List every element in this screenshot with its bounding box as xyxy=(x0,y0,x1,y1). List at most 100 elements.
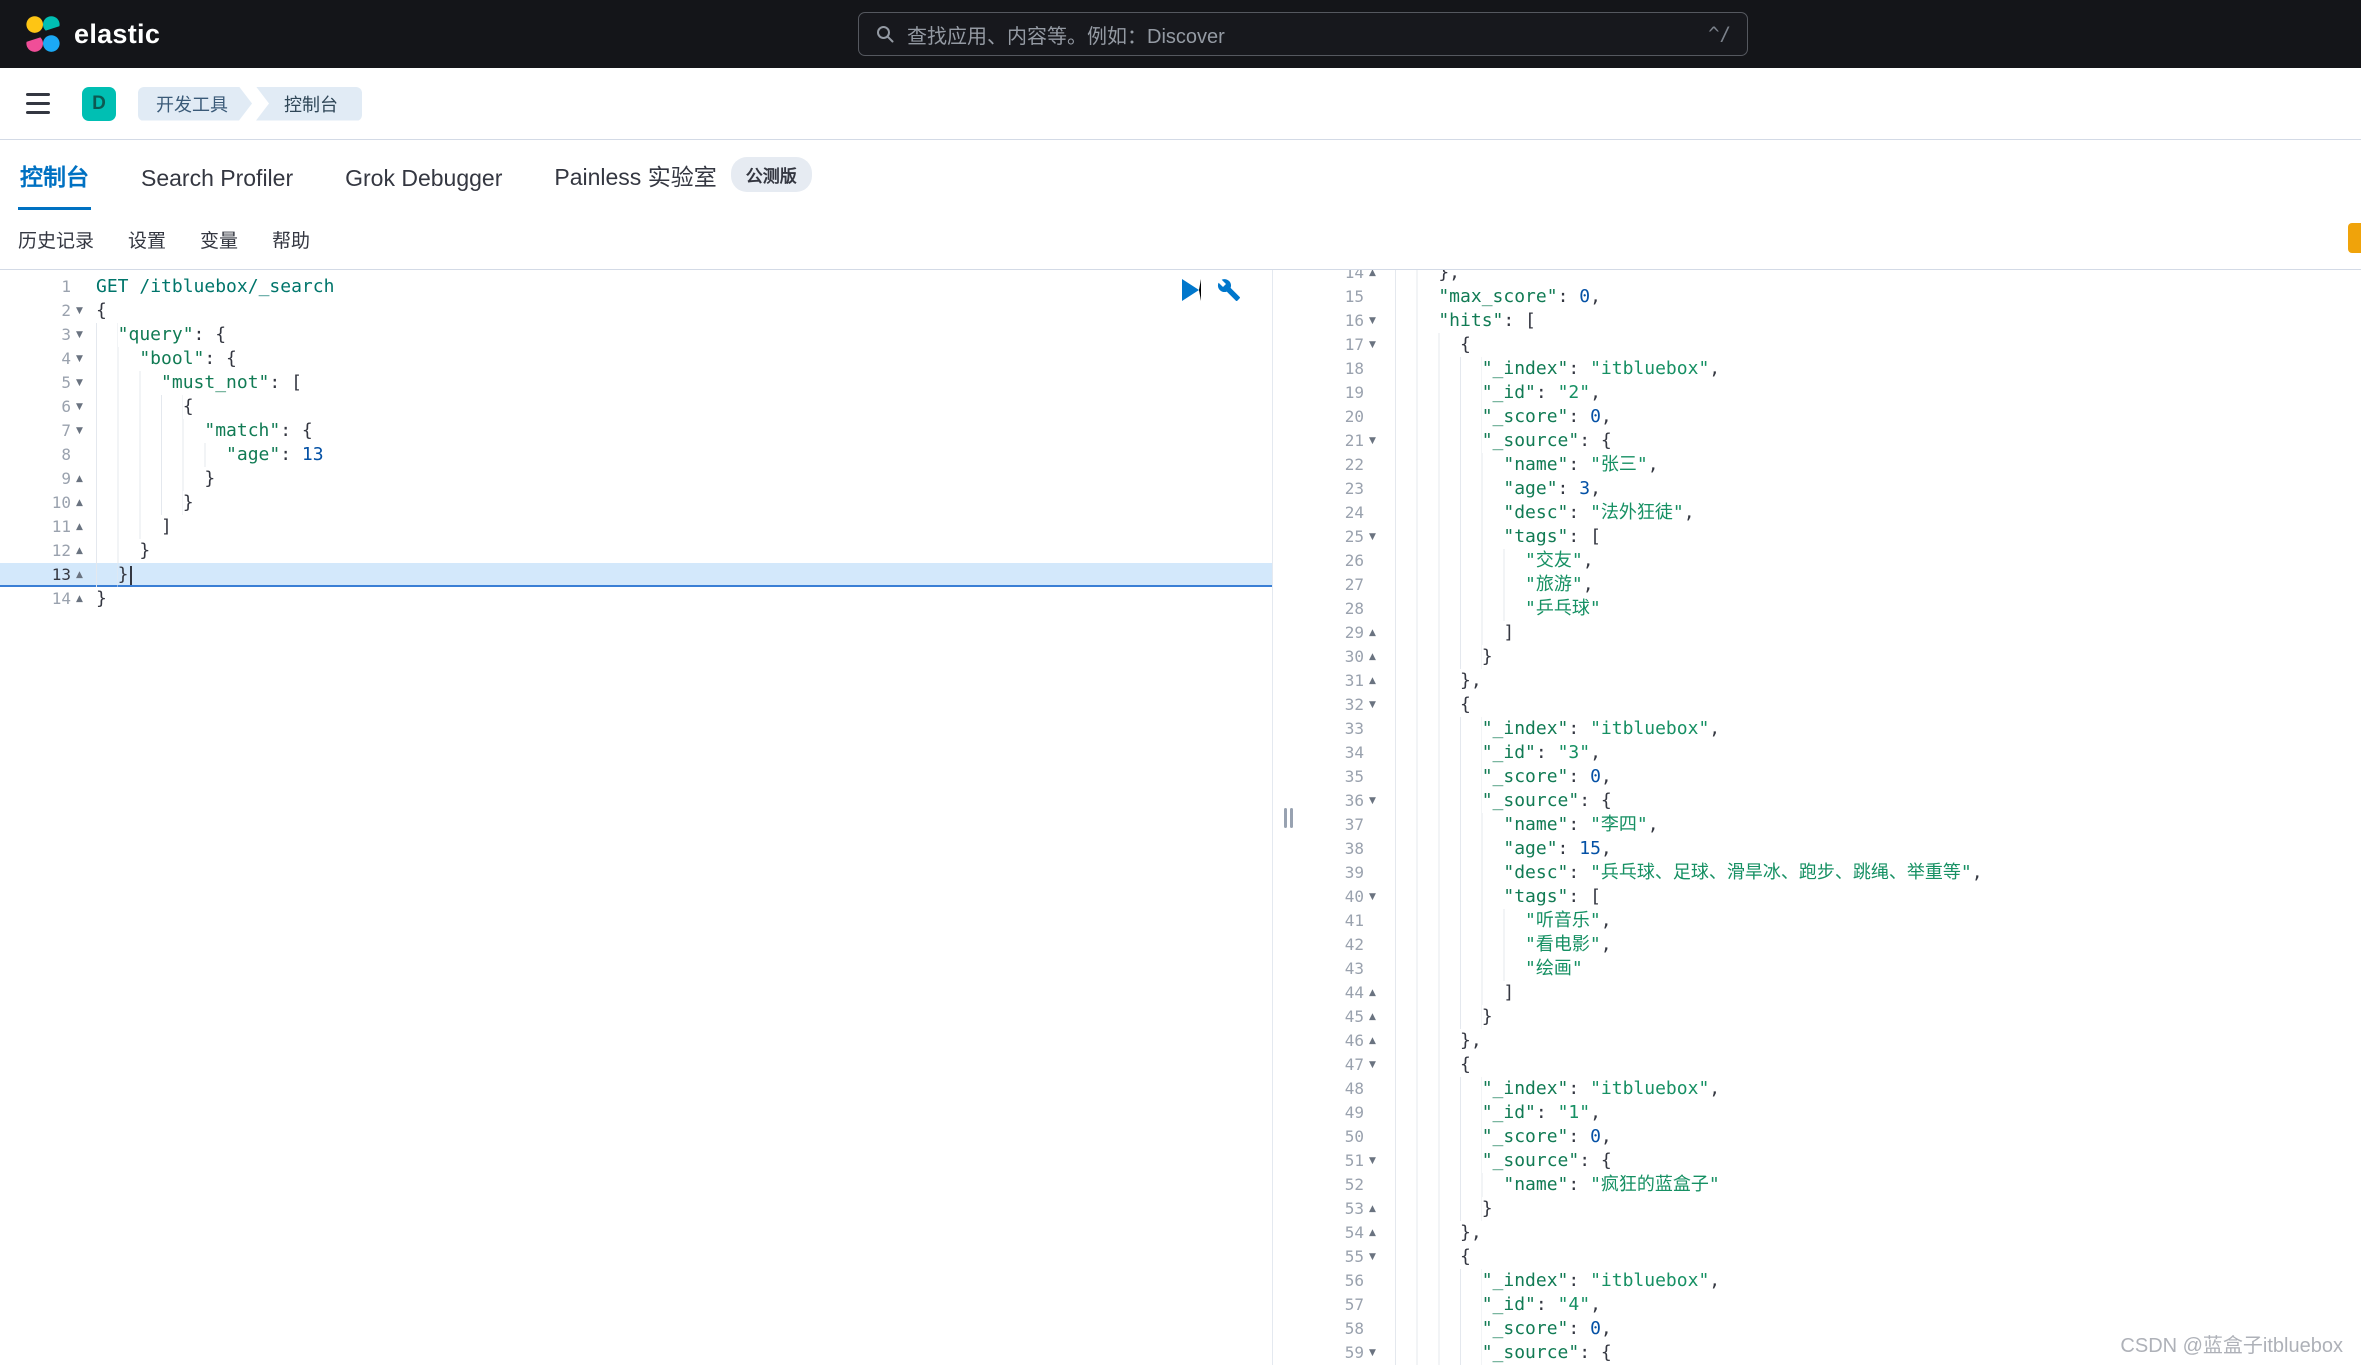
fold-toggle-icon[interactable]: ▲ xyxy=(1364,669,1381,693)
code-text: "旅游", xyxy=(1381,573,1594,597)
gutter: 33 xyxy=(1303,717,1381,741)
fold-toggle-icon[interactable]: ▲ xyxy=(1364,270,1381,285)
send-request-button[interactable] xyxy=(1182,279,1201,301)
indent-guides xyxy=(1395,1053,1461,1077)
text-cursor xyxy=(129,565,132,585)
code-token: : xyxy=(1535,382,1558,403)
gutter: 26 xyxy=(1303,549,1381,573)
tab-console[interactable]: 控制台 xyxy=(18,158,91,210)
code-token: "tags" xyxy=(1503,526,1569,547)
fold-toggle-icon[interactable]: ▲ xyxy=(71,467,88,491)
line-number: 42 xyxy=(1344,935,1364,954)
gutter: 35 xyxy=(1303,765,1381,789)
code-text: } xyxy=(88,587,107,611)
code-line: 5 ▼ "must_not": [ xyxy=(0,371,1272,395)
code-token: : xyxy=(280,444,302,465)
fold-toggle-icon[interactable]: ▼ xyxy=(1364,525,1381,549)
space-avatar[interactable]: D xyxy=(82,86,116,121)
code-line: 45 ▲} xyxy=(1303,1005,2361,1029)
indent-guides xyxy=(1395,957,1526,981)
fold-toggle-icon[interactable]: ▲ xyxy=(1364,1005,1381,1029)
code-text: "看电影", xyxy=(1381,933,1612,957)
code-token: "itbluebox" xyxy=(1590,1078,1710,1099)
code-token: } xyxy=(1481,1006,1493,1027)
indent-guides xyxy=(1395,1221,1461,1245)
fold-toggle-icon[interactable]: ▲ xyxy=(71,539,88,563)
fold-toggle-icon[interactable]: ▲ xyxy=(71,587,88,611)
response-viewer[interactable]: 14 ▲}, 15 "max_score": 0, 16 ▼ "hits": [17 ▼{18… xyxy=(1303,270,2361,1365)
menu-item-settings[interactable]: 设置 xyxy=(128,226,166,253)
code-line: 50 "_score": 0, xyxy=(1303,1125,2361,1149)
indent-guides xyxy=(96,323,118,347)
fold-toggle-icon[interactable]: ▼ xyxy=(1364,1245,1381,1269)
fold-toggle-icon[interactable]: ▲ xyxy=(1364,645,1381,669)
request-editor[interactable]: 1 GET /itbluebox/_search 2 ▼{3 ▼ "query": {4 ▼… xyxy=(0,270,1272,1365)
code-line: 41 "听音乐", xyxy=(1303,909,2361,933)
code-token: "_id" xyxy=(1481,742,1536,763)
gutter: 31 ▲ xyxy=(1303,669,1381,693)
gutter: 20 xyxy=(1303,405,1381,429)
fold-toggle-icon[interactable]: ▲ xyxy=(71,515,88,539)
line-number: 32 xyxy=(1344,695,1364,714)
line-number: 37 xyxy=(1344,815,1364,834)
menu-item-variables[interactable]: 变量 xyxy=(200,226,238,253)
fold-toggle-icon[interactable]: ▼ xyxy=(1364,789,1381,813)
gutter: 58 xyxy=(1303,1317,1381,1341)
fold-toggle-icon[interactable]: ▲ xyxy=(1364,1197,1381,1221)
tab-painless-lab[interactable]: Painless 实验室 公测版 xyxy=(552,157,813,210)
code-line: 40 ▼ "tags": [ xyxy=(1303,885,2361,909)
line-number: 58 xyxy=(1344,1319,1364,1338)
fold-toggle-icon[interactable]: ▲ xyxy=(1364,981,1381,1005)
code-text: "_index": "itbluebox", xyxy=(1381,1077,1720,1101)
gutter: 3 ▼ xyxy=(0,323,88,347)
menu-item-history[interactable]: 历史记录 xyxy=(18,226,94,253)
fold-toggle-icon[interactable]: ▼ xyxy=(1364,309,1381,333)
code-token: }, xyxy=(1438,270,1461,283)
line-number: 23 xyxy=(1344,479,1364,498)
code-text: "max_score": 0, xyxy=(1381,285,1601,309)
fold-toggle-icon[interactable]: ▲ xyxy=(71,491,88,515)
fold-toggle-icon[interactable]: ▼ xyxy=(71,323,88,347)
beta-badge: 公测版 xyxy=(730,157,812,192)
fold-toggle-icon[interactable]: ▼ xyxy=(71,395,88,419)
fold-toggle-icon[interactable]: ▼ xyxy=(71,299,88,323)
breadcrumb-console[interactable]: 控制台 xyxy=(256,86,362,121)
fold-toggle-icon[interactable]: ▲ xyxy=(71,563,88,587)
request-settings-button[interactable] xyxy=(1217,278,1241,302)
code-token: "name" xyxy=(1503,814,1569,835)
fold-toggle-icon[interactable]: ▼ xyxy=(1364,885,1381,909)
fold-toggle-icon[interactable]: ▼ xyxy=(71,347,88,371)
tab-search-profiler[interactable]: Search Profiler xyxy=(139,165,295,210)
fold-toggle-icon[interactable]: ▼ xyxy=(1364,1341,1381,1365)
code-line: 44 ▲] xyxy=(1303,981,2361,1005)
code-token: { xyxy=(1460,1246,1471,1267)
tab-grok-debugger[interactable]: Grok Debugger xyxy=(343,165,504,210)
fold-toggle-icon[interactable]: ▼ xyxy=(71,419,88,443)
gutter: 6 ▼ xyxy=(0,395,88,419)
fold-toggle-icon[interactable]: ▼ xyxy=(71,371,88,395)
pane-splitter[interactable] xyxy=(1272,270,1303,1365)
code-line: 19 "_id": "2", xyxy=(1303,381,2361,405)
breadcrumb-dev-tools[interactable]: 开发工具 xyxy=(138,87,252,121)
code-token: "1" xyxy=(1557,1102,1591,1123)
fold-toggle-icon[interactable]: ▼ xyxy=(1364,1149,1381,1173)
code-token: , xyxy=(1590,382,1601,403)
fold-toggle-icon[interactable]: ▲ xyxy=(1364,1221,1381,1245)
code-token: "绘画" xyxy=(1525,958,1583,979)
menu-item-help[interactable]: 帮助 xyxy=(272,226,310,253)
code-line: 3 ▼ "query": { xyxy=(0,323,1272,347)
gutter: 16 ▼ xyxy=(1303,309,1381,333)
fold-toggle-icon[interactable]: ▼ xyxy=(1364,333,1381,357)
fold-toggle-icon[interactable]: ▲ xyxy=(1364,1029,1381,1053)
global-search-input[interactable]: 查找应用、内容等。例如：Discover ^/ xyxy=(858,12,1748,56)
fold-toggle-icon[interactable]: ▼ xyxy=(1364,1053,1381,1077)
code-token: "age" xyxy=(226,444,281,465)
code-token: , xyxy=(1709,718,1721,739)
code-text: { xyxy=(88,299,107,323)
menu-button[interactable] xyxy=(20,86,56,122)
fold-toggle-icon[interactable]: ▼ xyxy=(1364,429,1381,453)
fold-toggle-icon[interactable]: ▼ xyxy=(1364,693,1381,717)
code-token: "疯狂的蓝盒子" xyxy=(1590,1174,1720,1195)
fold-toggle-icon[interactable]: ▲ xyxy=(1364,621,1381,645)
code-text: "_source": { xyxy=(1381,1341,1612,1365)
